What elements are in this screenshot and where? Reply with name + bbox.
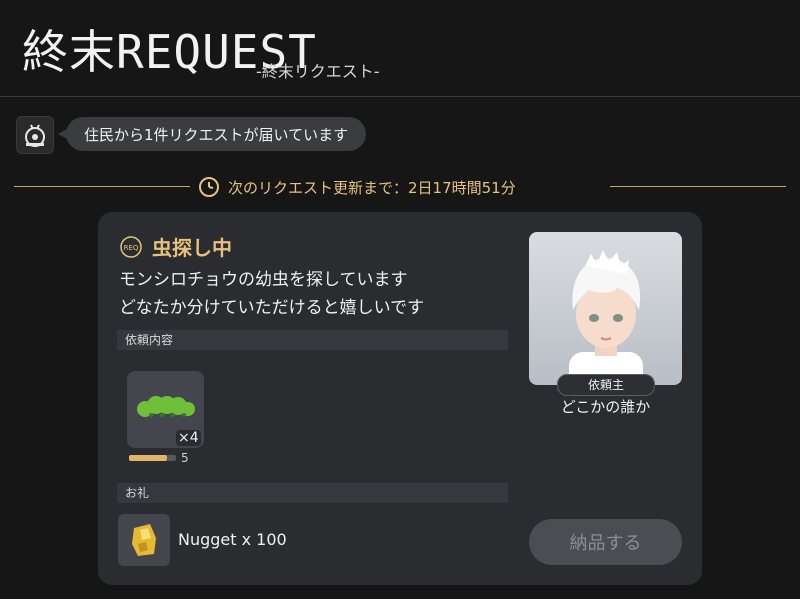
item-progress-fill (129, 455, 167, 461)
req-badge-icon: REQ (120, 236, 142, 258)
timer-divider-right (610, 186, 786, 187)
item-quantity: ×4 (176, 430, 201, 446)
reward-text: Nugget x 100 (178, 530, 287, 549)
page-subtitle: -終末リクエスト- (256, 62, 380, 81)
clock-icon (199, 177, 219, 197)
request-description: モンシロチョウの幼虫を探しています どなたか分けていただけると嬉しいです (119, 266, 424, 322)
item-progress-bar (129, 455, 176, 461)
notification-bubble[interactable]: 住民から1件リクエストが届いています (57, 117, 367, 151)
reward-tile[interactable] (118, 514, 170, 566)
description-line: モンシロチョウの幼虫を探しています (119, 270, 408, 290)
timer-divider-left (14, 186, 190, 187)
mail-robot-icon[interactable] (16, 116, 54, 154)
client-portrait (529, 232, 682, 385)
header: 終末REQUEST -終末リクエスト- (0, 0, 800, 96)
timer-text: 次のリクエスト更新まで：2日17時間51分 (228, 178, 516, 197)
avatar (569, 250, 643, 385)
description-line: どなたか分けていただけると嬉しいです (119, 298, 425, 318)
item-progress-target: 5 (181, 451, 189, 465)
request-status: 虫探し中 (152, 236, 232, 260)
gold-nugget-icon (132, 524, 156, 556)
svg-text:REQ: REQ (124, 244, 139, 252)
deliver-button[interactable]: 納品する (529, 519, 682, 565)
timer-row: 次のリクエスト更新まで：2日17時間51分 (198, 175, 516, 199)
reward-header: お礼 (117, 483, 508, 503)
header-divider (0, 96, 800, 97)
client-name: どこかの誰か (560, 398, 651, 416)
contents-header: 依頼内容 (117, 330, 508, 350)
client-tag: 依頼主 (557, 374, 655, 396)
